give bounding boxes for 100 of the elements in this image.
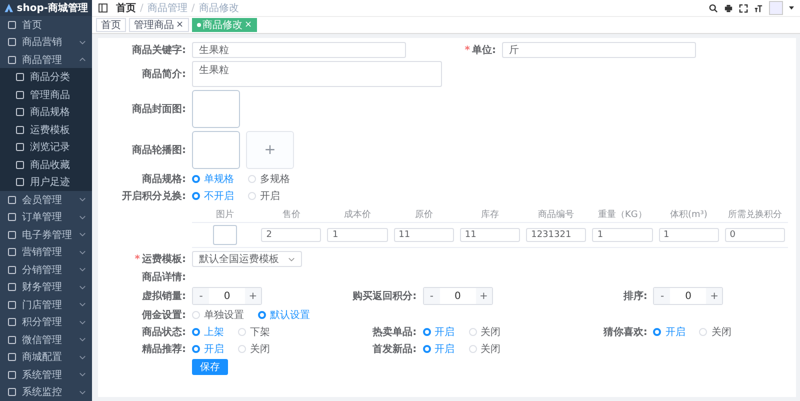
chevron-icon xyxy=(79,302,86,308)
table-input[interactable]: 1 xyxy=(592,228,653,242)
fullscreen-icon[interactable] xyxy=(739,4,748,12)
sidebar-item[interactable]: 积分管理 xyxy=(0,314,92,332)
chevron-icon xyxy=(79,250,86,255)
radio-label[interactable]: 开启 xyxy=(260,189,280,203)
sidebar-item[interactable]: 系统监控 xyxy=(0,384,92,401)
printer-icon[interactable] xyxy=(724,4,733,12)
radio-button[interactable] xyxy=(192,175,200,183)
radio-label[interactable]: 单独设置 xyxy=(204,308,244,322)
breadcrumb-link[interactable]: 首页 xyxy=(116,1,136,15)
table-input[interactable]: 11 xyxy=(460,228,520,242)
radio-label[interactable]: 开启 xyxy=(665,325,686,339)
radio-label[interactable]: 开启 xyxy=(204,342,224,356)
table-input[interactable]: 1 xyxy=(658,228,719,242)
sidebar-item[interactable]: 门店管理 xyxy=(0,296,92,314)
table-input[interactable]: 2 xyxy=(261,228,322,242)
sidebar-item[interactable]: 商品管理 xyxy=(0,50,92,68)
sidebar-item[interactable]: 营销管理 xyxy=(0,243,92,261)
square-icon xyxy=(8,336,16,344)
column-header: 所需兑换积分 xyxy=(728,210,782,220)
chevron-icon xyxy=(79,267,86,272)
table-input[interactable]: 11 xyxy=(394,228,454,242)
radio-button[interactable] xyxy=(653,328,662,336)
field-label: 商品状态: xyxy=(141,325,186,339)
caret-icon[interactable] xyxy=(789,6,794,10)
radio-label[interactable]: 关闭 xyxy=(480,342,501,356)
square-icon xyxy=(8,38,16,46)
sidebar-subitem[interactable]: 管理商品 xyxy=(0,86,92,104)
save-button[interactable]: 保存 xyxy=(192,359,228,375)
sidebar-item[interactable]: 商品营销 xyxy=(0,33,92,51)
field-label: 热卖单品: xyxy=(372,326,417,339)
radio-label[interactable]: 关闭 xyxy=(480,325,501,339)
radio-button[interactable] xyxy=(192,328,200,336)
sidebar-subitem[interactable]: 商品收藏 xyxy=(0,156,92,174)
sidebar-item[interactable]: 电子券管理 xyxy=(0,226,92,244)
column-header: 商品编号 xyxy=(538,210,574,220)
sidebar-item[interactable]: 商城配置 xyxy=(0,348,92,366)
menu-icon[interactable] xyxy=(98,3,108,13)
search-icon[interactable] xyxy=(709,4,718,12)
chevron-icon xyxy=(79,354,86,360)
table-input[interactable]: 1231321 xyxy=(526,228,586,242)
sidebar-subitem[interactable]: 商品规格 xyxy=(0,103,92,121)
textarea-field[interactable]: 生果粒 xyxy=(192,61,442,87)
sidebar-subitem[interactable]: 商品分类 xyxy=(0,68,92,86)
chevron-icon xyxy=(79,40,86,45)
chevron-icon xyxy=(288,256,295,262)
column-header: 图片 xyxy=(216,210,234,220)
field-label: 精品推荐: xyxy=(140,342,186,356)
radio-label[interactable]: 开启 xyxy=(434,342,455,356)
sidebar-item[interactable]: 财务管理 xyxy=(0,278,92,296)
page-tab[interactable]: 管理商品 × xyxy=(129,18,189,32)
sidebar-item[interactable]: 订单管理 xyxy=(0,208,92,226)
sidebar-item[interactable]: 首页 xyxy=(0,16,92,34)
chevron-icon xyxy=(79,57,86,62)
column-header: 库存 xyxy=(480,210,499,220)
text-input[interactable]: 生果粒 xyxy=(192,42,406,58)
chevron-icon xyxy=(79,337,86,342)
chevron-icon xyxy=(79,214,86,220)
chevron-icon xyxy=(79,320,86,325)
radio-button[interactable] xyxy=(258,311,266,319)
image-placeholder[interactable] xyxy=(192,131,240,169)
radio-label[interactable]: 开启 xyxy=(434,325,455,339)
radio-button[interactable] xyxy=(192,345,200,353)
font-size-icon[interactable] xyxy=(754,4,763,12)
radio-label[interactable]: 单规格 xyxy=(204,172,234,186)
field-label: 排序: xyxy=(622,289,648,303)
field-label: 商品规格: xyxy=(141,172,186,186)
sidebar-item[interactable]: 微信管理 xyxy=(0,331,92,349)
table-input[interactable]: 0 xyxy=(724,228,785,242)
radio-label[interactable]: 上架 xyxy=(204,325,224,339)
square-icon xyxy=(8,213,16,222)
sidebar-item[interactable]: 会员管理 xyxy=(0,190,92,208)
table-input[interactable]: 1 xyxy=(327,228,388,242)
sidebar-subitem[interactable]: 浏览记录 xyxy=(0,138,92,156)
radio-label[interactable]: 下架 xyxy=(250,325,270,339)
select-field[interactable]: 默认全国运费模板 xyxy=(192,251,302,267)
column-header: 售价 xyxy=(282,210,300,220)
image-placeholder[interactable] xyxy=(192,90,240,128)
radio-button[interactable] xyxy=(192,192,200,200)
column-header: 重量（KG） xyxy=(598,210,647,220)
square-icon xyxy=(8,300,16,309)
field-label: 首发新品: xyxy=(372,342,417,356)
square-icon xyxy=(8,266,16,274)
radio-label[interactable]: 多规格 xyxy=(260,172,290,186)
sidebar-subitem[interactable]: 运费模板 xyxy=(0,120,92,138)
radio-button[interactable] xyxy=(422,328,431,336)
radio-label[interactable]: 默认设置 xyxy=(270,308,310,322)
sidebar-item[interactable]: 分销管理 xyxy=(0,260,92,278)
radio-button[interactable] xyxy=(422,345,431,353)
radio-label[interactable]: 关闭 xyxy=(711,325,732,339)
page-tab[interactable]: 首页 xyxy=(96,18,126,32)
field-label: 猜你喜欢: xyxy=(602,326,648,339)
column-header: 原价 xyxy=(414,210,433,220)
sidebar-subitem[interactable]: 用户足迹 xyxy=(0,173,92,191)
square-icon xyxy=(16,160,24,169)
text-input[interactable]: 斤 xyxy=(502,42,696,58)
radio-label[interactable]: 不开启 xyxy=(204,189,234,203)
radio-label[interactable]: 关闭 xyxy=(250,342,270,356)
sidebar-item[interactable]: 系统管理 xyxy=(0,366,92,384)
